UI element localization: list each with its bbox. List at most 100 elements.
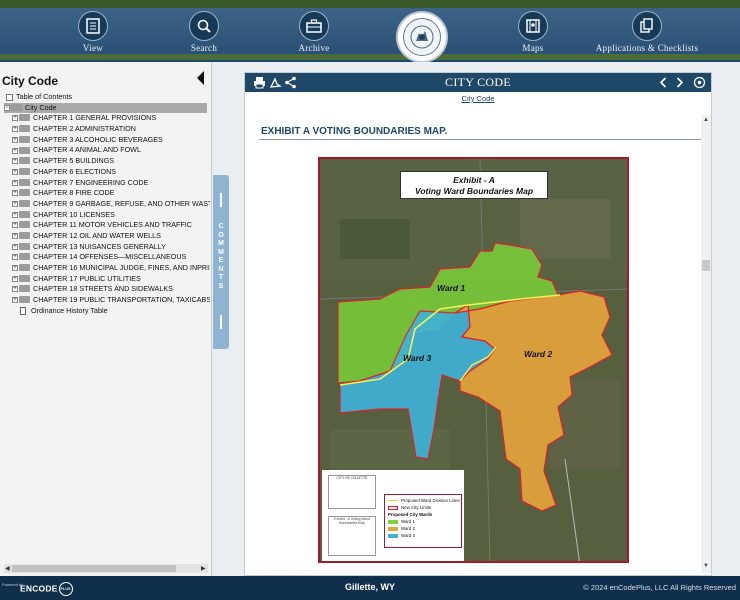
- vertical-scrollbar[interactable]: ▲ ▼: [701, 115, 711, 573]
- expand-node-icon[interactable]: +: [12, 190, 18, 197]
- toc-chapter-item[interactable]: + CHAPTER 3 ALCOHOLIC BEVERAGES: [0, 135, 210, 146]
- toc-chapter-label: CHAPTER 18 STREETS AND SIDEWALKS: [33, 284, 173, 294]
- breadcrumb[interactable]: City Code: [245, 94, 711, 103]
- ward-3-swatch: [388, 533, 398, 538]
- toc-chapter-item[interactable]: + CHAPTER 8 FIRE CODE: [0, 188, 210, 199]
- scroll-left-icon[interactable]: ◀: [5, 565, 10, 572]
- toc-chapter-item[interactable]: + CHAPTER 5 BUILDINGS: [0, 156, 210, 167]
- toc-chapter-item[interactable]: + CHAPTER 16 MUNICIPAL JUDGE, FINES, AND …: [0, 263, 210, 274]
- ward-2-label: Ward 2: [524, 349, 553, 359]
- toc-chapter-label: CHAPTER 3 ALCOHOLIC BEVERAGES: [33, 134, 163, 144]
- expand-node-icon[interactable]: +: [12, 158, 18, 165]
- expand-node-icon[interactable]: +: [12, 200, 18, 207]
- briefcase-icon: [299, 11, 329, 41]
- collapse-sidebar-icon[interactable]: [197, 71, 204, 85]
- toc-root[interactable]: Table of Contents: [0, 92, 210, 103]
- horizontal-scrollbar[interactable]: ◀ ▶: [4, 564, 208, 573]
- expand-node-icon[interactable]: +: [12, 211, 18, 218]
- folder-icon: [19, 199, 30, 207]
- toc-chapter-item[interactable]: + CHAPTER 9 GARBAGE, REFUSE, AND OTHER WA…: [0, 199, 210, 210]
- toc-chapter-label: CHAPTER 6 ELECTIONS: [33, 166, 117, 176]
- ward-1-swatch: [388, 519, 398, 524]
- toc-ordinance-history[interactable]: Ordinance History Table: [0, 306, 210, 317]
- toc-chapter-item[interactable]: + CHAPTER 14 OFFENSES—MISCELLANEOUS: [0, 252, 210, 263]
- toc-chapter-label: CHAPTER 8 FIRE CODE: [33, 188, 115, 198]
- folder-icon: [19, 189, 30, 197]
- panel-header: CITY CODE: [245, 73, 711, 92]
- toc-selected-city-code[interactable]: − City Code: [4, 102, 207, 114]
- toc-chapter-item[interactable]: + CHAPTER 10 LICENSES: [0, 210, 210, 221]
- comments-tab[interactable]: COMMENTS: [213, 175, 229, 349]
- scroll-down-icon[interactable]: ▼: [703, 563, 709, 569]
- nav-search[interactable]: Search: [149, 11, 259, 53]
- toc-root-icon: [6, 93, 13, 101]
- toc-ordinance-label: Ordinance History Table: [31, 305, 108, 315]
- collapse-node-icon[interactable]: −: [4, 104, 10, 111]
- toc-chapter-label: CHAPTER 11 MOTOR VEHICLES AND TRAFFIC: [33, 220, 192, 230]
- expand-node-icon[interactable]: +: [12, 286, 18, 293]
- folder-icon: [19, 125, 30, 133]
- legend-division-line: Proposed Ward Division Lines: [388, 497, 460, 504]
- folder-icon: [19, 135, 30, 143]
- toc-root-label: Table of Contents: [16, 92, 72, 101]
- expand-node-icon[interactable]: +: [12, 168, 18, 175]
- folder-icon: [19, 221, 30, 229]
- scroll-right-icon[interactable]: ▶: [201, 565, 206, 572]
- comments-tab-label: COMMENTS: [218, 223, 224, 290]
- nav-archive[interactable]: Archive: [259, 11, 369, 53]
- expand-node-icon[interactable]: +: [12, 233, 18, 240]
- nav-top-stripe: [0, 0, 740, 8]
- document-icon: [20, 306, 26, 315]
- expand-node-icon[interactable]: +: [12, 136, 18, 143]
- folder-icon: [19, 157, 30, 165]
- title-divider: [259, 139, 701, 140]
- toc-chapter-item[interactable]: + CHAPTER 13 NUISANCES GENERALLY: [0, 242, 210, 253]
- toc-chapter-item[interactable]: + CHAPTER 6 ELECTIONS: [0, 167, 210, 178]
- expand-node-icon[interactable]: +: [12, 254, 18, 261]
- toc-chapter-item[interactable]: + CHAPTER 12 OIL AND WATER WELLS: [0, 231, 210, 242]
- expand-node-icon[interactable]: +: [12, 115, 18, 122]
- legend-ward-1-label: Ward 1: [401, 519, 415, 524]
- previous-section-icon[interactable]: [657, 76, 670, 89]
- settings-icon[interactable]: [693, 76, 706, 89]
- next-section-icon[interactable]: [673, 76, 686, 89]
- expand-node-icon[interactable]: +: [12, 179, 18, 186]
- expand-node-icon[interactable]: +: [12, 265, 18, 272]
- vertical-scrollbar-thumb[interactable]: [702, 260, 710, 271]
- copy-docs-icon: [632, 11, 662, 41]
- toc-chapter-item[interactable]: + CHAPTER 7 ENGINEERING CODE: [0, 178, 210, 189]
- toc-chapter-item[interactable]: + CHAPTER 19 PUBLIC TRANSPORTATION, TAXIC…: [0, 295, 210, 306]
- toc-chapter-item[interactable]: + CHAPTER 4 ANIMAL AND FOWL: [0, 145, 210, 156]
- toc-chapter-item[interactable]: + CHAPTER 17 PUBLIC UTILITIES: [0, 274, 210, 285]
- nav-view[interactable]: View: [38, 11, 148, 53]
- toc-chapter-item[interactable]: + CHAPTER 18 STREETS AND SIDEWALKS: [0, 284, 210, 295]
- folder-icon: [19, 264, 30, 272]
- expand-node-icon[interactable]: +: [12, 275, 18, 282]
- search-icon: [189, 11, 219, 41]
- toc-chapter-label: CHAPTER 4 ANIMAL AND FOWL: [33, 145, 141, 155]
- nav-archive-label: Archive: [298, 43, 330, 53]
- toc-selected-label: City Code: [25, 102, 57, 112]
- expand-node-icon[interactable]: +: [12, 222, 18, 229]
- nav-maps[interactable]: Maps: [478, 11, 588, 53]
- scroll-up-icon[interactable]: ▲: [703, 117, 709, 123]
- city-seal-logo[interactable]: [396, 11, 448, 62]
- map-legend: CITY OF GILLETTE Exhibit - A Voting Ward…: [322, 470, 464, 561]
- toc-chapter-item[interactable]: + CHAPTER 1 GENERAL PROVISIONS: [0, 113, 210, 124]
- red-outline-swatch: [388, 505, 398, 510]
- city-logo-block: CITY OF GILLETTE: [328, 475, 376, 509]
- sidebar-title: City Code: [2, 74, 59, 88]
- toc-sidebar: City Code Table of Contents − City Code +…: [0, 62, 212, 576]
- expand-node-icon[interactable]: +: [12, 147, 18, 154]
- expand-node-icon[interactable]: +: [12, 243, 18, 250]
- toc-chapter-item[interactable]: + CHAPTER 2 ADMINISTRATION: [0, 124, 210, 135]
- nav-applications[interactable]: Applications & Checklists: [588, 11, 706, 53]
- exhibit-logo-text: Exhibit - A Voting Ward Boundaries Map: [334, 517, 370, 525]
- expand-node-icon[interactable]: +: [12, 297, 18, 304]
- scrollbar-thumb[interactable]: [12, 565, 176, 572]
- toc-chapter-item[interactable]: + CHAPTER 11 MOTOR VEHICLES AND TRAFFIC: [0, 220, 210, 231]
- map-title-box: Exhibit - A Voting Ward Boundaries Map: [400, 171, 548, 199]
- top-navigation: View Search Archive Maps Applications & …: [0, 0, 740, 62]
- folder-icon: [19, 114, 30, 122]
- expand-node-icon[interactable]: +: [12, 126, 18, 133]
